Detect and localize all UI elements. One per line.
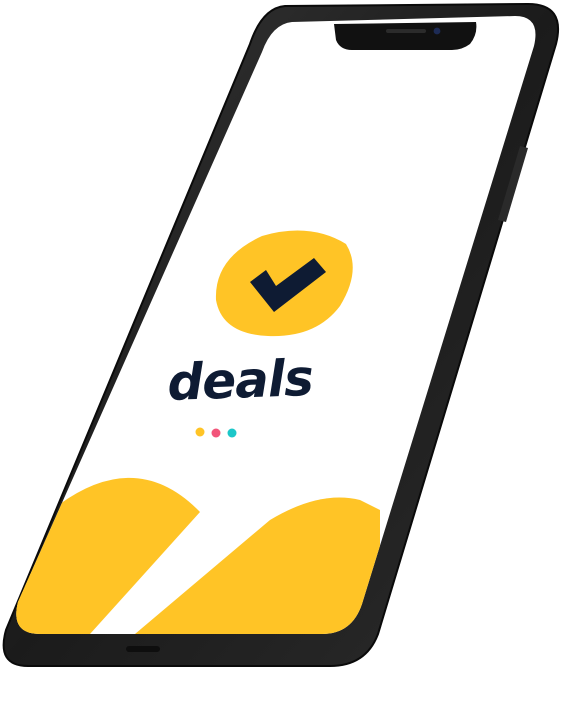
front-camera xyxy=(433,27,441,35)
loading-dot-pink xyxy=(211,428,221,438)
speaker-grill xyxy=(386,29,426,33)
loading-dot-teal xyxy=(227,428,237,438)
splash-screen-mockup: deals xyxy=(0,0,570,710)
phone-scene: deals xyxy=(2,2,560,667)
notch xyxy=(334,22,477,50)
loading-dots-icon xyxy=(195,427,237,438)
app-wordmark: deals xyxy=(166,349,313,412)
charging-port xyxy=(126,646,160,652)
loading-dot-yellow xyxy=(195,427,205,437)
